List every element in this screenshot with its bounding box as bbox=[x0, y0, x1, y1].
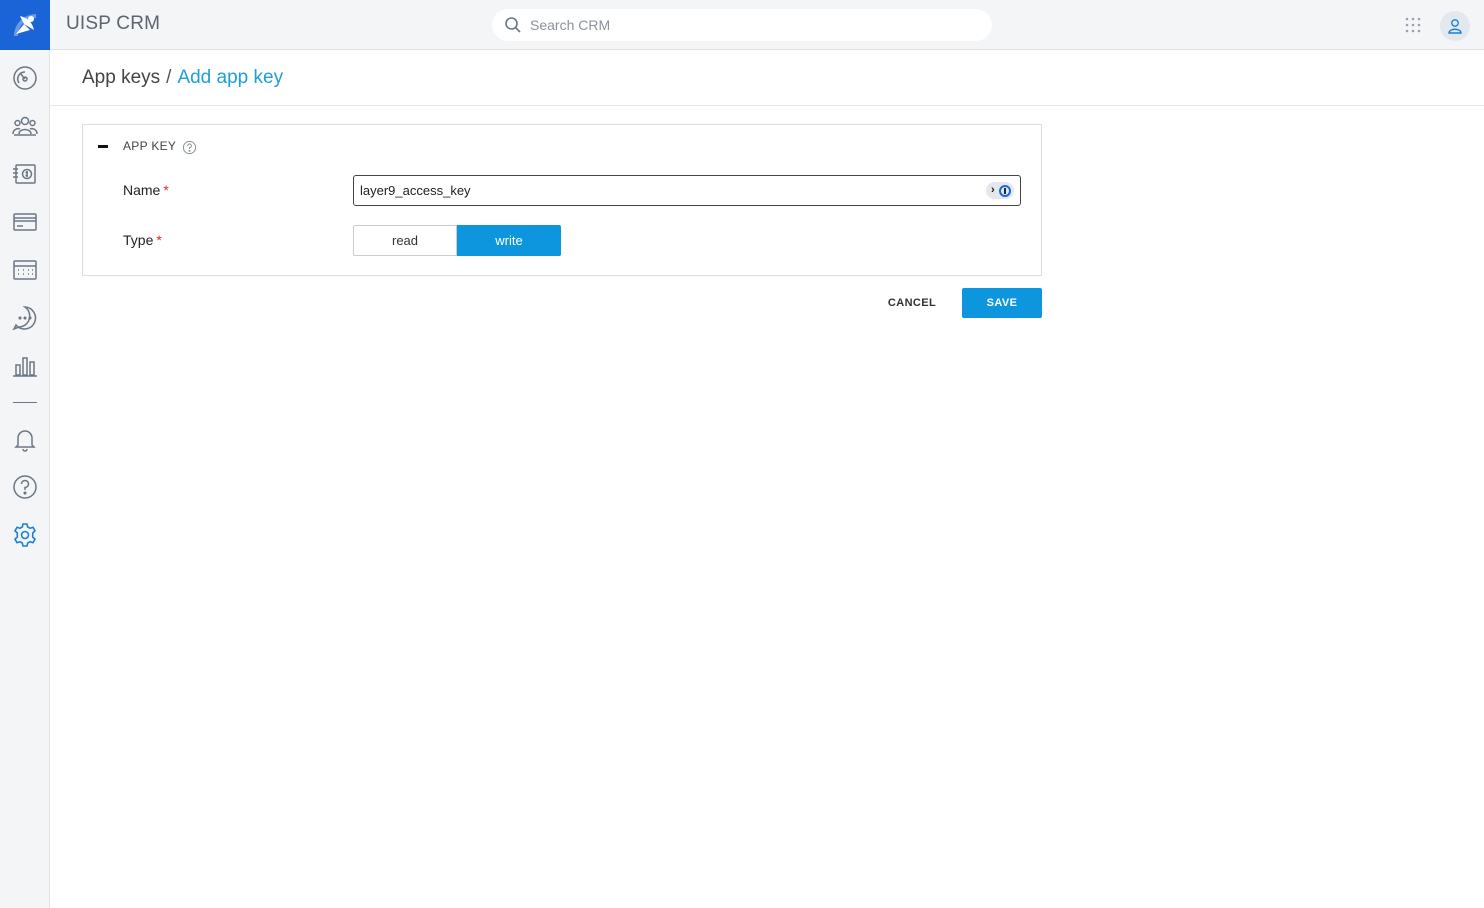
sidebar-item-scheduling[interactable] bbox=[9, 254, 41, 286]
card-icon bbox=[13, 213, 37, 231]
users-icon bbox=[12, 116, 38, 136]
user-avatar[interactable] bbox=[1440, 11, 1470, 41]
sidebar-item-help[interactable] bbox=[9, 471, 41, 503]
sidebar-item-reports[interactable] bbox=[9, 350, 41, 382]
sidebar-item-tickets[interactable] bbox=[9, 302, 41, 334]
breadcrumb-separator: / bbox=[166, 67, 172, 88]
calendar-icon bbox=[13, 260, 37, 280]
sidebar-item-payments[interactable] bbox=[9, 206, 41, 238]
invoice-icon bbox=[13, 164, 36, 184]
required-mark: * bbox=[156, 232, 162, 248]
page-divider bbox=[50, 105, 1484, 106]
app-key-panel: APP KEY Name* › Type* read write bbox=[82, 124, 1042, 276]
apps-grid-icon[interactable] bbox=[1401, 13, 1425, 37]
name-field[interactable] bbox=[353, 175, 1021, 206]
sidebar-item-clients[interactable] bbox=[9, 110, 41, 142]
search-box[interactable] bbox=[492, 9, 992, 41]
top-bar: UISP CRM bbox=[50, 0, 1484, 50]
breadcrumb-current: Add app key bbox=[177, 67, 284, 88]
chat-icon bbox=[12, 306, 37, 331]
search-input[interactable] bbox=[530, 17, 970, 33]
password-manager-badge[interactable]: › bbox=[986, 182, 1014, 199]
name-label-text: Name bbox=[123, 182, 161, 198]
uisp-logo[interactable] bbox=[0, 0, 50, 50]
help-circle-icon[interactable] bbox=[182, 140, 197, 155]
panel-title: APP KEY bbox=[123, 139, 177, 153]
bar-chart-icon bbox=[13, 357, 37, 377]
type-label: Type * bbox=[123, 232, 162, 248]
gauge-icon bbox=[13, 66, 37, 90]
type-label-text: Type bbox=[123, 232, 154, 248]
sidebar-item-billing[interactable] bbox=[9, 158, 41, 190]
collapse-toggle-icon[interactable] bbox=[98, 145, 108, 148]
sidebar-divider bbox=[13, 402, 37, 403]
breadcrumb-parent[interactable]: App keys bbox=[82, 67, 160, 88]
required-mark: * bbox=[163, 182, 169, 198]
type-toggle: read write bbox=[353, 225, 561, 256]
sidebar-item-dashboard[interactable] bbox=[9, 62, 41, 94]
bell-icon bbox=[14, 430, 36, 452]
cancel-button[interactable]: CANCEL bbox=[876, 288, 948, 318]
password-manager-icon bbox=[999, 184, 1011, 197]
sidebar-item-settings[interactable] bbox=[9, 519, 41, 551]
app-title: UISP CRM bbox=[66, 13, 161, 34]
help-icon bbox=[13, 475, 37, 499]
breadcrumb: App keys / Add app key bbox=[82, 67, 283, 89]
save-button[interactable]: SAVE bbox=[962, 288, 1042, 318]
gear-icon bbox=[13, 523, 37, 547]
sidebar-item-notifications[interactable] bbox=[9, 423, 41, 455]
user-icon bbox=[1448, 19, 1462, 34]
type-option-read[interactable]: read bbox=[353, 225, 457, 256]
chevron-right-icon: › bbox=[991, 184, 995, 196]
search-icon bbox=[505, 17, 521, 33]
sidebar bbox=[0, 0, 50, 908]
name-label: Name * bbox=[123, 182, 169, 198]
satellite-dish-icon bbox=[14, 14, 36, 36]
type-option-write[interactable]: write bbox=[457, 225, 561, 256]
